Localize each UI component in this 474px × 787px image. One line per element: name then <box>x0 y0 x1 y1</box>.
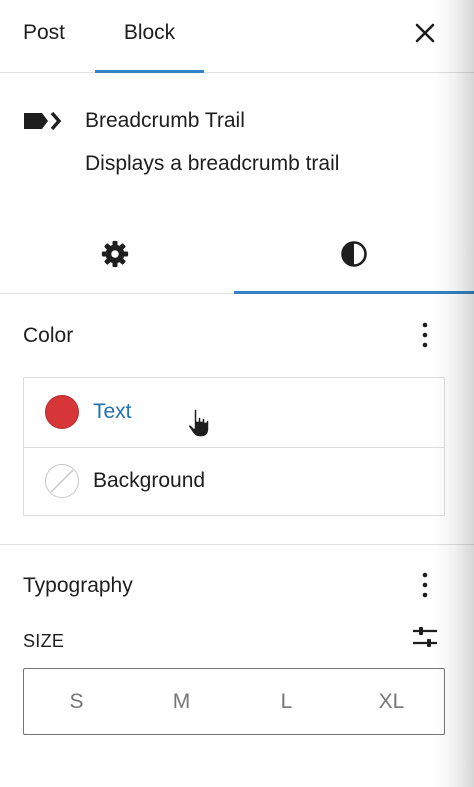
tab-block[interactable]: Block <box>95 0 204 73</box>
text-color-item[interactable]: Text <box>24 378 444 448</box>
hand-cursor-icon <box>187 408 210 438</box>
font-size-label: SIZE <box>23 631 65 651</box>
inspector-tabs <box>0 216 474 294</box>
sliders-icon <box>413 627 437 647</box>
font-size-picker: S M L XL <box>23 668 445 735</box>
tab-styles[interactable] <box>234 216 474 294</box>
size-option-xl[interactable]: XL <box>339 669 444 734</box>
size-option-l[interactable]: L <box>234 669 339 734</box>
section-divider <box>0 544 474 545</box>
contrast-icon <box>341 241 367 267</box>
color-settings-list: Text Background <box>23 377 445 516</box>
close-button[interactable] <box>410 18 440 48</box>
color-options-button[interactable] <box>414 320 436 350</box>
text-color-swatch <box>45 395 79 429</box>
typography-options-button[interactable] <box>414 570 436 600</box>
size-option-m[interactable]: M <box>129 669 234 734</box>
text-color-label: Text <box>93 400 132 423</box>
no-color-icon <box>50 469 74 493</box>
background-color-item[interactable]: Background <box>24 447 444 516</box>
breadcrumb-icon <box>24 111 62 131</box>
close-icon <box>415 23 435 43</box>
background-color-label: Background <box>93 469 206 492</box>
tab-post[interactable]: Post <box>23 0 65 72</box>
tab-settings[interactable] <box>0 216 234 293</box>
gear-icon <box>101 240 129 268</box>
size-option-s[interactable]: S <box>24 669 129 734</box>
typography-section-title: Typography <box>23 574 133 597</box>
color-section-title: Color <box>23 324 74 347</box>
more-vertical-icon <box>422 322 428 348</box>
block-description: Displays a breadcrumb trail <box>85 152 340 175</box>
more-vertical-icon <box>422 572 428 598</box>
custom-size-button[interactable] <box>411 624 439 650</box>
block-title: Breadcrumb Trail <box>85 109 245 132</box>
block-inspector-panel: Post Block Breadcrumb Trail Displays a b… <box>0 0 474 787</box>
background-color-swatch <box>45 464 79 498</box>
sidebar-tabs: Post Block <box>0 0 474 73</box>
